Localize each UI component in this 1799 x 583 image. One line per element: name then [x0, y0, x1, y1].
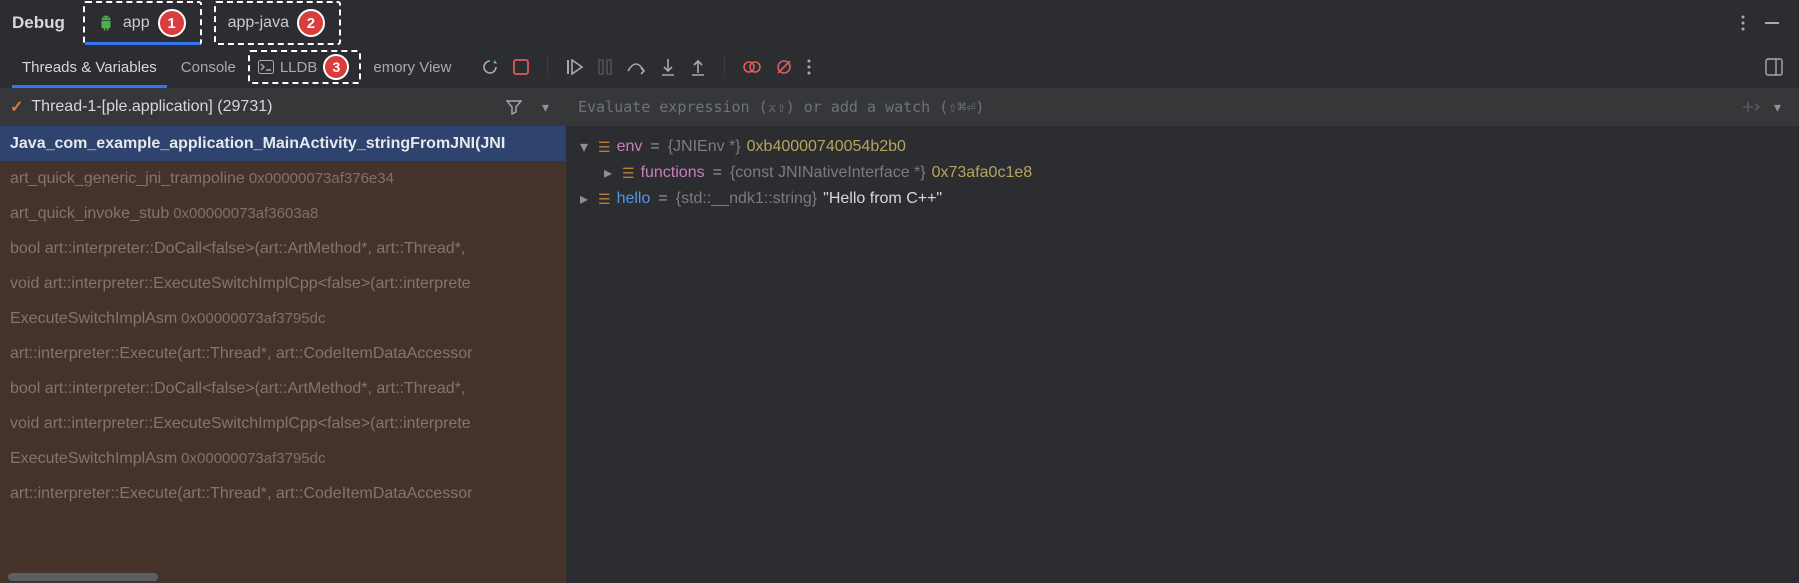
- more-icon[interactable]: [1741, 15, 1745, 31]
- evaluate-expression-input[interactable]: Evaluate expression (⌅⇧) or add a watch …: [578, 98, 1734, 116]
- step-out-icon[interactable]: [690, 58, 706, 76]
- view-breakpoints-icon[interactable]: [743, 59, 761, 75]
- pause-icon[interactable]: [598, 59, 612, 75]
- var-env[interactable]: ☰ env = {JNIEnv *} 0xb40000740054b2b0: [576, 134, 1789, 160]
- expand-icon[interactable]: [576, 137, 592, 157]
- tab-lldb-label: LLDB: [280, 59, 318, 76]
- callout-badge-3: 3: [323, 54, 349, 80]
- expand-icon[interactable]: [576, 189, 592, 209]
- horizontal-scrollbar[interactable]: [0, 571, 565, 583]
- eval-dropdown-icon[interactable]: ▾: [1768, 99, 1787, 116]
- run-tab-app-label: app: [123, 14, 150, 32]
- chevron-down-icon[interactable]: ▾: [536, 99, 555, 116]
- frame-row[interactable]: art_quick_invoke_stub0x00000073af3603a8: [0, 196, 565, 231]
- frame-row[interactable]: void art::interpreter::ExecuteSwitchImpl…: [0, 406, 565, 441]
- struct-icon: ☰: [598, 191, 611, 208]
- layout-settings-icon[interactable]: [1765, 58, 1783, 76]
- terminal-icon: [258, 60, 274, 74]
- thread-title: Thread-1-[ple.application] (29731): [31, 98, 492, 116]
- stop-icon[interactable]: [513, 59, 529, 75]
- minimize-icon[interactable]: [1763, 14, 1781, 32]
- check-icon: ✓: [10, 97, 23, 117]
- frames-list[interactable]: Java_com_example_application_MainActivit…: [0, 126, 565, 571]
- android-icon: [97, 14, 115, 32]
- tab-console[interactable]: Console: [169, 46, 248, 88]
- var-functions[interactable]: ☰ functions = {const JNINativeInterface …: [600, 160, 1789, 186]
- rerun-icon[interactable]: [481, 58, 499, 76]
- callout-badge-2: 2: [297, 9, 325, 37]
- tab-threads-variables[interactable]: Threads & Variables: [10, 46, 169, 88]
- frame-row[interactable]: ExecuteSwitchImplAsm0x00000073af3795dc: [0, 301, 565, 336]
- tab-memory-view[interactable]: emory View: [361, 46, 463, 88]
- filter-icon[interactable]: [500, 99, 528, 115]
- mute-breakpoints-icon[interactable]: [775, 58, 793, 76]
- frame-row[interactable]: void art::interpreter::ExecuteSwitchImpl…: [0, 266, 565, 301]
- step-over-icon[interactable]: [626, 59, 646, 75]
- frame-row[interactable]: art::interpreter::Execute(art::Thread*, …: [0, 476, 565, 511]
- struct-icon: ☰: [598, 139, 611, 156]
- callout-badge-1: 1: [158, 9, 186, 37]
- resume-icon[interactable]: [566, 59, 584, 75]
- frame-row[interactable]: art::interpreter::Execute(art::Thread*, …: [0, 336, 565, 371]
- struct-icon: ☰: [622, 165, 635, 182]
- step-into-icon[interactable]: [660, 58, 676, 76]
- tab-lldb[interactable]: LLDB 3: [248, 50, 362, 84]
- add-watch-icon[interactable]: [1742, 100, 1760, 114]
- run-tab-app-java-label: app-java: [228, 14, 289, 32]
- frame-row[interactable]: bool art::interpreter::DoCall<false>(art…: [0, 371, 565, 406]
- frame-row[interactable]: ExecuteSwitchImplAsm0x00000073af3795dc: [0, 441, 565, 476]
- frame-row[interactable]: Java_com_example_application_MainActivit…: [0, 126, 565, 161]
- run-tab-app[interactable]: app 1: [83, 1, 202, 45]
- run-tab-app-java[interactable]: app-java 2: [214, 1, 341, 45]
- expand-icon[interactable]: [600, 163, 616, 183]
- debug-title: Debug: [12, 13, 65, 33]
- more-actions-icon[interactable]: [807, 59, 811, 75]
- var-hello[interactable]: ☰ hello = {std::__ndk1::string} "Hello f…: [576, 186, 1789, 212]
- variables-tree: ☰ env = {JNIEnv *} 0xb40000740054b2b0 ☰ …: [566, 126, 1799, 583]
- frame-row[interactable]: art_quick_generic_jni_trampoline0x000000…: [0, 161, 565, 196]
- frame-row[interactable]: bool art::interpreter::DoCall<false>(art…: [0, 231, 565, 266]
